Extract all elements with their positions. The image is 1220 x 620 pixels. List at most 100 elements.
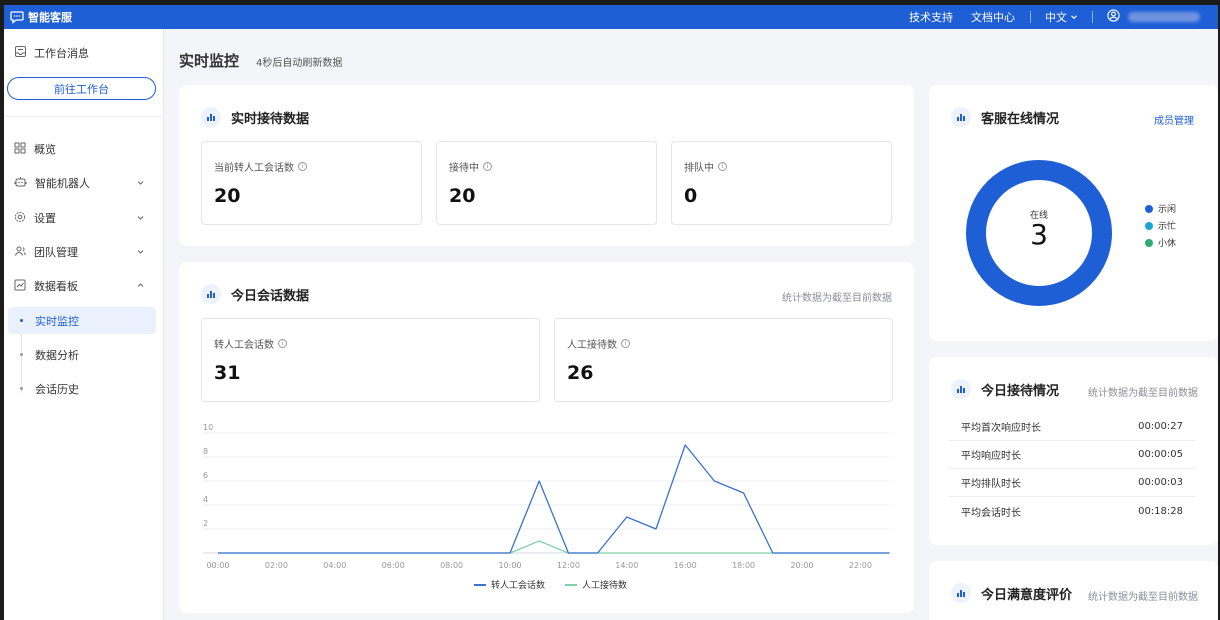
y-tick-label: 6 [203,471,208,480]
metric-value: 00:00:03 [1138,477,1183,488]
nav-label: 数据看板 [34,280,78,293]
x-tick-label: 22:00 [849,561,872,570]
brand-name: 智能客服 [28,11,72,24]
sessions-line-chart: 2 4 6 8 10 00:00 02:00 04:00 06:00 08:00 10:00 12:0… [203,423,890,570]
info-icon[interactable]: i [278,339,287,348]
nav-item-overview[interactable]: 概览 [4,134,164,164]
stat-label: 人工接待数 [567,340,617,351]
chart-board-icon [14,279,26,294]
info-icon[interactable]: i [621,339,630,348]
info-icon[interactable]: i [718,162,727,171]
nav-label: 设置 [34,212,56,225]
bullet [20,353,23,356]
stat-value: 20 [449,185,476,207]
stats-note: 统计数据为截至目前数据 [782,293,892,304]
inbox-icon [14,45,27,61]
metric-label: 平均首次响应时长 [961,423,1041,434]
chevron-down-icon [1070,11,1078,24]
info-icon[interactable]: i [483,162,492,171]
legend-idle[interactable]: 示闲 [1145,202,1176,215]
robot-icon [14,176,27,191]
language-select[interactable]: 中文 [1037,9,1086,25]
chevron-down-icon [136,212,145,225]
realtime-card: 实时接待数据 当前转人工会话数 i 20 接待中 i 20 排队中 i 0 [179,85,914,246]
stat-label: 排队中 [684,163,714,174]
workbench-messages[interactable]: 工作台消息 [14,45,89,61]
legend-busy[interactable]: 示忙 [1145,219,1176,232]
go-workbench-button[interactable]: 前往工作台 [7,77,156,100]
bullet [20,387,23,390]
info-icon[interactable]: i [298,162,307,171]
satisfaction-card: 今日满意度评价 统计数据为截至目前数据 [929,561,1218,620]
nav-label: 概览 [34,143,56,156]
series-line-1 [218,444,890,554]
donut-center-value: 3 [1030,218,1048,251]
bar-chart-icon [951,107,971,127]
metric-value: 00:00:27 [1138,421,1183,432]
stat-transfer-total: 转人工会话数 i 31 [201,318,540,402]
stat-queueing: 排队中 i 0 [671,141,892,225]
gear-icon [14,211,26,226]
legend-dot [1145,238,1153,247]
y-tick-label: 10 [203,423,213,432]
stats-note: 统计数据为截至目前数据 [1088,388,1198,399]
nav-label: 智能机器人 [35,177,90,190]
stat-value: 26 [567,362,594,384]
nav-item-team[interactable]: 团队管理 [4,237,164,267]
stat-value: 20 [214,185,241,207]
sub-item-data-analysis[interactable]: 数据分析 [8,341,156,368]
sub-item-realtime-monitor[interactable]: 实时监控 [8,307,156,334]
metric-row: 平均排队时长 00:00:03 [949,469,1195,497]
legend-label[interactable]: 转人工会话数 [491,578,545,591]
metric-row: 平均会话时长 00:18:28 [949,497,1195,525]
stat-value: 0 [684,185,698,207]
legend-dot [1145,204,1153,213]
app-frame: 智能客服 技术支持 文档中心 中文 工作台消息 前往工作台 概览 智能机器人 设… [4,5,1218,620]
metric-row: 平均首次响应时长 00:00:27 [949,413,1195,441]
stat-label: 当前转人工会话数 [214,163,294,174]
chevron-down-icon [136,246,145,259]
nav-label: 团队管理 [34,246,78,259]
legend-label: 示闲 [1158,205,1177,215]
stat-receiving: 接待中 i 20 [436,141,657,225]
metric-label: 平均会话时长 [961,507,1021,519]
legend-swatch [474,583,486,586]
legend-label: 示忙 [1158,222,1177,232]
bar-chart-icon [951,583,971,603]
metric-row: 平均响应时长 00:00:05 [949,441,1195,469]
nav-item-dashboard[interactable]: 数据看板 [4,271,164,301]
workbench-messages-label: 工作台消息 [34,47,89,60]
team-icon [14,245,26,260]
page-title: 实时监控 [179,52,240,70]
legend-dot [1145,221,1153,230]
sub-item-session-history[interactable]: 会话历史 [8,375,156,402]
chevron-up-icon [136,280,145,293]
sidebar: 工作台消息 前往工作台 概览 智能机器人 设置 团队管理 数据看板 实时监控 数… [4,29,164,620]
sub-label: 会话历史 [35,382,79,396]
x-tick-label: 12:00 [557,561,580,570]
redacted-username [1128,12,1200,22]
nav-item-robot[interactable]: 智能机器人 [4,168,164,198]
legend-label[interactable]: 人工接待数 [582,578,627,591]
stat-transfer-sessions: 当前转人工会话数 i 20 [201,141,422,225]
card-title: 今日接待情况 [981,383,1060,399]
card-title: 实时接待数据 [231,111,310,127]
nav-item-settings[interactable]: 设置 [4,203,164,233]
metric-value: 00:18:28 [1138,505,1183,517]
chart-legend: 转人工会话数 人工接待数 [474,578,627,591]
x-tick-label: 06:00 [382,561,405,570]
metric-value: 00:00:05 [1138,449,1183,460]
tech-support-link[interactable]: 技术支持 [900,9,962,25]
legend-rest[interactable]: 小休 [1145,236,1176,249]
x-tick-label: 00:00 [206,561,229,570]
reception-card: 今日接待情况 统计数据为截至目前数据 平均首次响应时长 00:00:27 平均响应… [929,357,1218,545]
brand[interactable]: 智能客服 [4,9,72,25]
docs-center-link[interactable]: 文档中心 [962,9,1024,25]
stat-value: 31 [214,362,241,384]
y-tick-label: 8 [203,447,208,456]
user-menu[interactable] [1099,9,1218,25]
x-tick-label: 20:00 [790,561,813,570]
bar-chart-icon [951,379,971,399]
member-management-link[interactable]: 成员管理 [1154,112,1194,127]
language-label: 中文 [1045,11,1067,24]
